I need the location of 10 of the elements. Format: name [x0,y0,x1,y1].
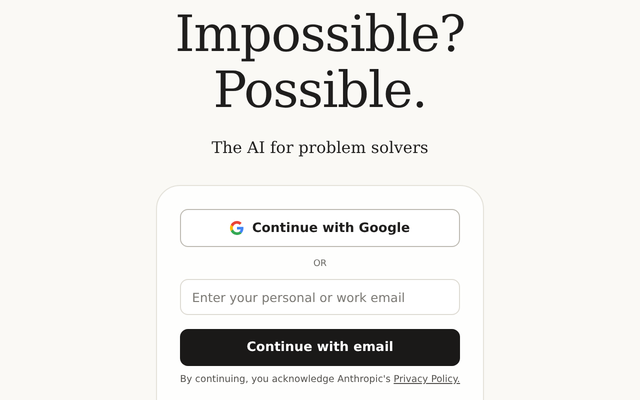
headline: Possible. [213,62,427,118]
google-icon [230,221,244,235]
divider-label: OR [313,259,327,269]
email-button[interactable]: Continue with email [180,329,460,366]
google-button[interactable]: Continue with Google [180,209,460,247]
email-field[interactable]: Enter your personal or work email [180,279,460,315]
tagline: The AI for problem solvers [212,138,428,157]
privacy-link[interactable]: Privacy Policy. [394,374,460,385]
legal-text: By continuing, you acknowledge Anthropic's [180,374,392,385]
headline: Impossible? [175,6,465,62]
